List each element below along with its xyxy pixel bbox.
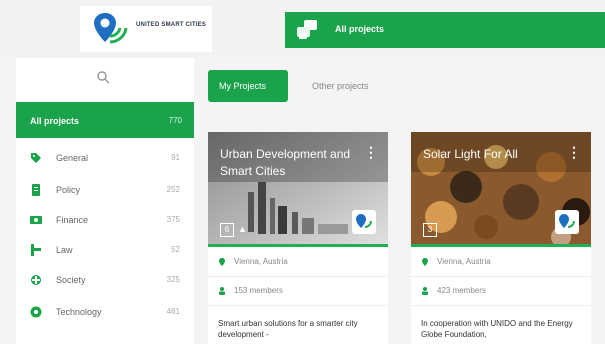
lock-icon: ▲ bbox=[238, 224, 247, 234]
sidebar-item-label: General bbox=[56, 153, 89, 163]
more-options-icon[interactable]: ⋮ bbox=[364, 144, 378, 161]
project-members: 153 members bbox=[208, 277, 388, 306]
project-location: Vienna, Austria bbox=[411, 248, 591, 277]
card-accent-bar bbox=[208, 244, 388, 247]
tab-my-projects[interactable]: My Projects bbox=[208, 70, 288, 102]
sidebar-item-count: 52 bbox=[171, 245, 180, 254]
sidebar-item-general[interactable]: General 91 bbox=[16, 144, 194, 174]
members-text: 153 members bbox=[234, 286, 283, 295]
money-icon bbox=[30, 216, 42, 224]
sidebar-item-label: Society bbox=[56, 275, 86, 285]
page-title: All projects bbox=[335, 24, 385, 34]
location-pin-logo-icon bbox=[94, 13, 128, 44]
sidebar-item-technology[interactable]: Technology 461 bbox=[16, 298, 194, 328]
org-logo-icon bbox=[352, 210, 376, 234]
more-options-icon[interactable]: ⋮ bbox=[567, 144, 581, 161]
project-location: Vienna, Austria bbox=[208, 248, 388, 277]
top-bar: UNITED SMART CITIES All projects bbox=[0, 0, 605, 58]
brand-logo[interactable]: UNITED SMART CITIES bbox=[80, 6, 212, 52]
person-icon bbox=[422, 287, 428, 295]
sidebar-item-count: 770 bbox=[168, 116, 182, 125]
sidebar-item-label: Law bbox=[56, 245, 73, 255]
project-description: Smart urban solutions for a smarter city… bbox=[218, 319, 358, 339]
header-bar: All projects bbox=[285, 12, 605, 48]
tab-other-projects[interactable]: Other projects bbox=[312, 81, 369, 91]
brand-name: UNITED SMART CITIES bbox=[136, 22, 207, 28]
sidebar-item-law[interactable]: Law 52 bbox=[16, 236, 194, 266]
projects-icon bbox=[297, 20, 317, 39]
sidebar-item-count: 461 bbox=[166, 307, 180, 316]
project-title[interactable]: Solar Light For All bbox=[423, 146, 573, 163]
sidebar-item-finance[interactable]: Finance 375 bbox=[16, 206, 194, 236]
gear-icon bbox=[30, 306, 42, 318]
project-count-badge: 3 bbox=[423, 223, 437, 237]
location-icon bbox=[219, 258, 225, 266]
project-members: 423 members bbox=[411, 277, 591, 306]
tab-label: My Projects bbox=[219, 81, 267, 91]
people-icon bbox=[31, 275, 41, 285]
search-icon[interactable] bbox=[96, 70, 110, 84]
org-logo-icon bbox=[555, 210, 579, 234]
project-title[interactable]: Urban Development and Smart Cities bbox=[220, 146, 370, 180]
gavel-icon bbox=[31, 244, 41, 256]
project-card[interactable]: Urban Development and Smart Cities ⋮ 6 ▲… bbox=[208, 132, 388, 344]
location-text: Vienna, Austria bbox=[234, 257, 288, 266]
person-icon bbox=[219, 287, 225, 295]
sidebar-item-count: 91 bbox=[171, 153, 180, 162]
sidebar-item-count: 325 bbox=[166, 275, 180, 284]
project-card[interactable]: Solar Light For All ⋮ 3 Vienna, Austria … bbox=[411, 132, 591, 344]
sidebar-item-label: Policy bbox=[56, 185, 81, 195]
members-text: 423 members bbox=[437, 286, 486, 295]
project-description: In cooperation with UNIDO and the Energy… bbox=[421, 319, 573, 339]
sidebar-item-label: Finance bbox=[56, 215, 89, 225]
sidebar-item-all-projects[interactable]: All projects 770 bbox=[16, 102, 194, 138]
tag-icon bbox=[31, 153, 41, 163]
sidebar-item-count: 375 bbox=[166, 215, 180, 224]
document-icon bbox=[32, 184, 40, 196]
sidebar-item-society[interactable]: Society 325 bbox=[16, 266, 194, 296]
project-count-badge: 6 bbox=[220, 223, 234, 237]
location-icon bbox=[422, 258, 428, 266]
sidebar-item-label: All projects bbox=[30, 116, 80, 126]
sidebar-item-count: 252 bbox=[166, 185, 180, 194]
sidebar-item-policy[interactable]: Policy 252 bbox=[16, 176, 194, 206]
location-text: Vienna, Austria bbox=[437, 257, 491, 266]
sidebar: All projects 770 General 91 Policy 252 F… bbox=[16, 58, 194, 344]
sidebar-item-label: Technology bbox=[56, 307, 102, 317]
card-accent-bar bbox=[411, 244, 591, 247]
